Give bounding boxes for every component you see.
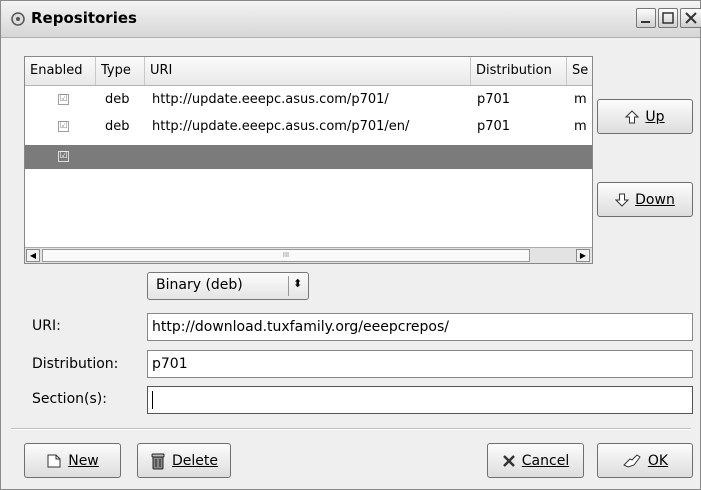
row-distribution: p701 [477, 92, 511, 107]
ok-button[interactable]: OK [597, 443, 693, 478]
column-distribution[interactable]: Distribution [471, 57, 567, 85]
delete-label: Delete [172, 452, 218, 469]
up-label: Up [645, 108, 665, 125]
maximize-button[interactable] [658, 8, 678, 28]
row-distribution: p701 [477, 119, 511, 134]
horizontal-scrollbar[interactable]: ◀ III ▶ [25, 247, 592, 263]
table-row[interactable]: ☑ deb http://update.eeepc.asus.com/p701/… [25, 115, 592, 139]
new-document-icon [47, 454, 61, 467]
footer-divider [11, 428, 691, 430]
scroll-thumb[interactable]: III [42, 249, 530, 262]
row-type: deb [105, 92, 130, 107]
scroll-left-button[interactable]: ◀ [26, 249, 40, 262]
enabled-checkbox[interactable]: ☑ [58, 94, 69, 105]
table-row-selected[interactable]: ☑ [25, 145, 592, 169]
list-header: Enabled Type URI Distribution Se [25, 57, 592, 86]
enabled-checkbox[interactable]: ☑ [58, 121, 69, 132]
ok-hand-icon [623, 453, 641, 468]
row-section: m [574, 119, 587, 134]
row-type: deb [105, 119, 130, 134]
type-select-value: Binary (deb) [156, 277, 243, 293]
minimize-icon [641, 21, 650, 23]
type-select[interactable]: Binary (deb) ⬍ [147, 272, 309, 300]
new-label: New [68, 452, 99, 469]
cancel-x-icon [502, 454, 515, 467]
scroll-right-button[interactable]: ▶ [576, 249, 590, 262]
row-uri: http://update.eeepc.asus.com/p701/en/ [152, 119, 410, 134]
up-button[interactable]: Up [597, 99, 693, 134]
enabled-checkbox[interactable]: ☑ [58, 151, 69, 162]
uri-field[interactable]: http://download.tuxfamily.org/eeepcrepos… [147, 313, 693, 341]
table-row[interactable]: ☑ deb http://update.eeepc.asus.com/p701/… [25, 88, 592, 112]
minimize-button[interactable] [636, 8, 656, 28]
row-section: m [574, 92, 587, 107]
down-label: Down [635, 191, 675, 208]
cancel-button[interactable]: Cancel [487, 443, 584, 478]
title-bar[interactable]: Repositories [1, 1, 701, 38]
distribution-field[interactable]: p701 [147, 350, 693, 378]
close-icon [685, 12, 697, 24]
maximize-icon [662, 12, 674, 24]
uri-label: URI: [32, 318, 61, 334]
repository-icon [11, 12, 25, 26]
cancel-label: Cancel [521, 452, 570, 469]
ok-label: OK [647, 452, 669, 469]
new-button[interactable]: New [24, 443, 121, 478]
column-uri[interactable]: URI [145, 57, 471, 85]
delete-button[interactable]: Delete [137, 443, 231, 478]
arrow-down-icon [615, 193, 630, 207]
sections-label: Section(s): [32, 391, 107, 407]
select-arrows-icon: ⬍ [293, 277, 303, 290]
repository-list[interactable]: Enabled Type URI Distribution Se ☑ deb h… [24, 56, 593, 264]
arrow-up-icon [625, 109, 640, 123]
sections-field[interactable] [147, 386, 693, 414]
column-enabled[interactable]: Enabled [25, 57, 96, 85]
window-title: Repositories [31, 9, 137, 27]
row-uri: http://update.eeepc.asus.com/p701/ [152, 92, 389, 107]
distribution-label: Distribution: [32, 356, 119, 372]
down-button[interactable]: Down [597, 182, 693, 217]
column-type[interactable]: Type [96, 57, 145, 85]
column-section[interactable]: Se [567, 57, 592, 85]
trash-icon [151, 453, 165, 469]
close-button[interactable] [680, 8, 701, 28]
repositories-window: Repositories Enabled Type URI Distributi… [0, 0, 701, 490]
